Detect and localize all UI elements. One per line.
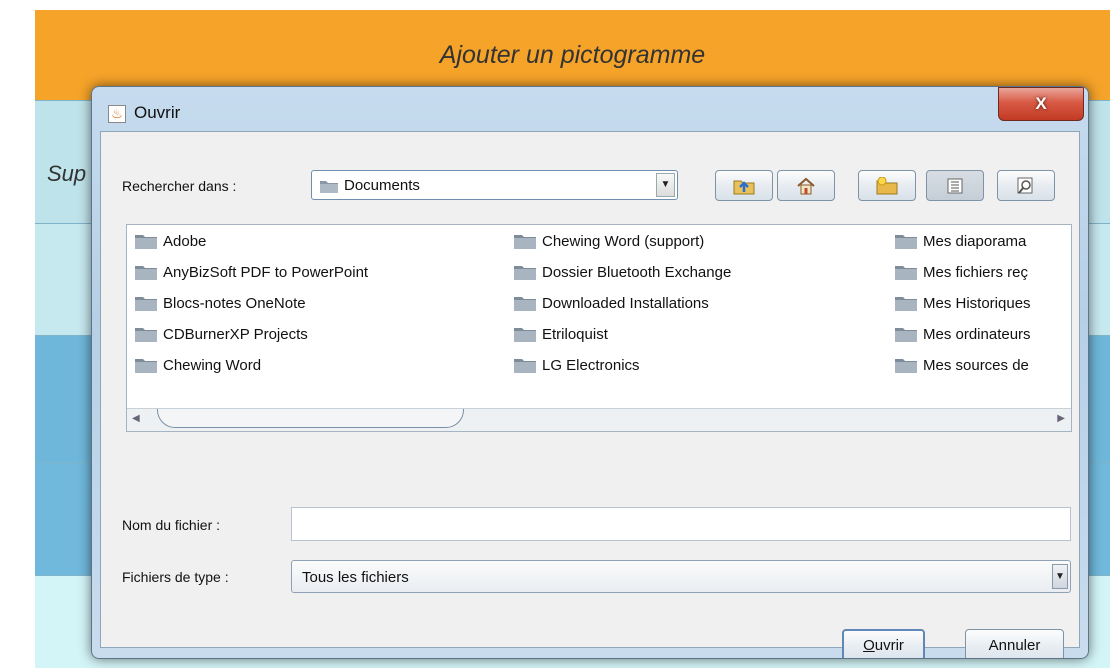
new-folder-icon xyxy=(876,176,898,194)
file-list-item[interactable]: CDBurnerXP Projects xyxy=(135,324,308,344)
file-list-item[interactable]: Mes Historiques xyxy=(895,293,1031,313)
look-in-label: Rechercher dans : xyxy=(122,178,237,194)
folder-icon xyxy=(514,359,536,373)
home-icon xyxy=(797,177,815,194)
folder-icon xyxy=(320,181,338,193)
file-list-item[interactable]: Downloaded Installations xyxy=(514,293,709,313)
folder-icon xyxy=(514,235,536,249)
java-icon: ♨ xyxy=(108,105,126,123)
filename-label: Nom du fichier : xyxy=(122,517,221,533)
details-view-button[interactable] xyxy=(997,170,1055,201)
file-name: Etriloquist xyxy=(542,325,608,343)
file-list-item[interactable]: AnyBizSoft PDF to PowerPoint xyxy=(135,262,368,282)
file-name: LG Electronics xyxy=(542,356,640,374)
filetype-value: Tous les fichiers xyxy=(302,569,409,586)
look-in-value: Documents xyxy=(344,177,420,194)
file-name: Adobe xyxy=(163,232,207,250)
folder-icon xyxy=(514,266,536,280)
look-in-dropdown[interactable]: Documents ▼ xyxy=(311,170,678,200)
background-row-label: Sup xyxy=(47,161,87,186)
dropdown-arrow-icon[interactable]: ▼ xyxy=(1052,564,1068,589)
folder-icon xyxy=(895,235,917,249)
folder-icon xyxy=(135,328,157,342)
folder-icon xyxy=(895,266,917,280)
file-list[interactable]: Adobe AnyBizSoft PDF to PowerPoint Blocs… xyxy=(126,224,1072,432)
close-button[interactable]: X xyxy=(998,87,1084,121)
file-list-item[interactable]: LG Electronics xyxy=(514,355,640,375)
folder-icon xyxy=(895,328,917,342)
scroll-right-icon[interactable]: ▶ xyxy=(1057,413,1065,424)
dialog-title: Ouvrir xyxy=(134,103,181,122)
dialog-panel: Rechercher dans : Documents ▼ Adobe AnyB… xyxy=(100,131,1080,658)
file-name: Mes ordinateurs xyxy=(923,325,1031,343)
home-button[interactable] xyxy=(777,170,835,201)
folder-icon xyxy=(135,359,157,373)
scroll-left-icon[interactable]: ◀ xyxy=(132,413,140,424)
folder-icon xyxy=(514,328,536,342)
folder-icon xyxy=(135,266,157,280)
up-folder-icon xyxy=(733,180,755,194)
file-name: Mes fichiers reç xyxy=(923,263,1029,281)
new-folder-button[interactable] xyxy=(858,170,916,201)
file-name: Downloaded Installations xyxy=(542,294,709,312)
file-name: CDBurnerXP Projects xyxy=(163,325,308,343)
filetype-label: Fichiers de type : xyxy=(122,569,229,585)
file-list-item[interactable]: Dossier Bluetooth Exchange xyxy=(514,262,731,282)
file-list-item[interactable]: Adobe xyxy=(135,231,206,251)
filename-input[interactable] xyxy=(291,507,1071,541)
file-list-item[interactable]: Etriloquist xyxy=(514,324,608,344)
dropdown-arrow-icon[interactable]: ▼ xyxy=(656,173,675,197)
open-file-dialog: ♨ Ouvrir X Rechercher dans : Documents ▼ xyxy=(91,86,1089,659)
background-header-title: Ajouter un pictogramme xyxy=(439,40,706,69)
folder-icon xyxy=(135,297,157,311)
file-list-item[interactable]: Chewing Word (support) xyxy=(514,231,704,251)
file-name: AnyBizSoft PDF to PowerPoint xyxy=(163,263,369,281)
list-view-icon xyxy=(947,178,963,193)
folder-icon xyxy=(514,297,536,311)
file-name: Blocs-notes OneNote xyxy=(163,294,306,312)
close-icon: X xyxy=(1035,94,1047,113)
folder-icon xyxy=(135,235,157,249)
file-name: Chewing Word xyxy=(163,356,262,374)
folder-icon xyxy=(895,297,917,311)
file-list-item[interactable]: Blocs-notes OneNote xyxy=(135,293,306,313)
cancel-button[interactable]: Annuler xyxy=(965,629,1064,658)
open-button-mnemonic: O xyxy=(863,637,875,654)
filetype-dropdown[interactable]: Tous les fichiers ▼ xyxy=(291,560,1071,593)
scrollbar-thumb[interactable] xyxy=(157,409,464,428)
file-list-item[interactable]: Mes diaporama xyxy=(895,231,1026,251)
horizontal-scrollbar[interactable]: ◀ ▶ xyxy=(127,408,1071,431)
details-view-icon xyxy=(1017,177,1033,194)
open-button[interactable]: Ouvrir xyxy=(842,629,925,658)
folder-icon xyxy=(895,359,917,373)
list-view-button[interactable] xyxy=(926,170,984,201)
file-name: Chewing Word (support) xyxy=(542,232,705,250)
file-name: Mes sources de xyxy=(923,356,1029,374)
file-name: Mes Historiques xyxy=(923,294,1031,312)
dialog-titlebar[interactable]: ♨ Ouvrir X xyxy=(92,87,1088,133)
file-name: Mes diaporama xyxy=(923,232,1027,250)
open-button-label: uvrir xyxy=(874,637,904,654)
file-list-item[interactable]: Mes fichiers reç xyxy=(895,262,1028,282)
file-list-item[interactable]: Mes ordinateurs xyxy=(895,324,1031,344)
file-list-item[interactable]: Mes sources de xyxy=(895,355,1029,375)
file-list-item[interactable]: Chewing Word xyxy=(135,355,261,375)
file-name: Dossier Bluetooth Exchange xyxy=(542,263,732,281)
up-one-level-button[interactable] xyxy=(715,170,773,201)
